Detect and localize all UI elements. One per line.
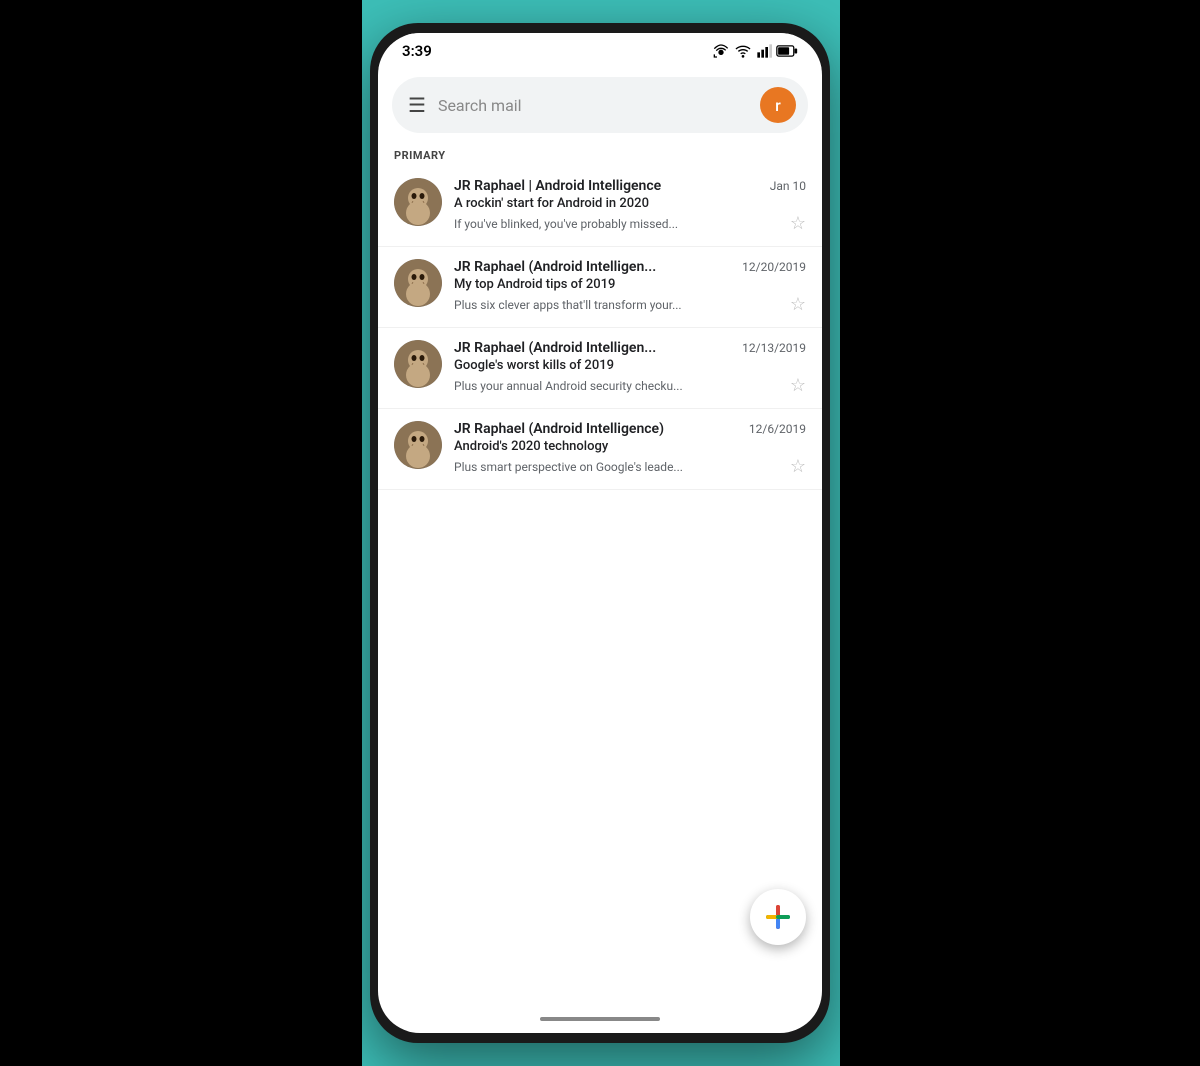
- email-content: JR Raphael (Android Intelligen... 12/13/…: [454, 340, 806, 396]
- email-sender: JR Raphael (Android Intelligence): [454, 421, 741, 437]
- email-list-container: JR Raphael | Android Intelligence Jan 10…: [378, 166, 822, 1005]
- status-time: 3:39: [402, 42, 432, 60]
- email-preview-row: If you've blinked, you've probably misse…: [454, 213, 806, 234]
- section-label: PRIMARY: [378, 141, 822, 166]
- email-header: JR Raphael (Android Intelligence) 12/6/2…: [454, 421, 806, 437]
- email-sender: JR Raphael (Android Intelligen...: [454, 259, 734, 275]
- avatar-face: [394, 259, 442, 307]
- search-bar[interactable]: ☰ Search mail r: [392, 77, 808, 133]
- email-preview-row: Plus your annual Android security checku…: [454, 375, 806, 396]
- sender-avatar: [394, 340, 442, 388]
- email-date: Jan 10: [770, 179, 806, 193]
- email-subject: Android's 2020 technology: [454, 439, 806, 454]
- email-item[interactable]: JR Raphael | Android Intelligence Jan 10…: [378, 166, 822, 247]
- signal-icon: [756, 43, 772, 59]
- email-header: JR Raphael (Android Intelligen... 12/13/…: [454, 340, 806, 356]
- email-preview-row: Plus smart perspective on Google's leade…: [454, 456, 806, 477]
- fab-container: [750, 889, 806, 945]
- cast-icon: [712, 43, 730, 59]
- phone-frame: 3:39: [370, 23, 830, 1043]
- status-bar: 3:39: [378, 33, 822, 69]
- status-icons: [712, 43, 798, 59]
- email-date: 12/6/2019: [749, 422, 806, 436]
- email-subject: My top Android tips of 2019: [454, 277, 806, 292]
- email-date: 12/20/2019: [742, 260, 806, 274]
- phone-screen: 3:39: [378, 33, 822, 1033]
- email-preview: Plus your annual Android security checku…: [454, 379, 782, 393]
- email-header: JR Raphael | Android Intelligence Jan 10: [454, 178, 806, 194]
- email-subject: Google's worst kills of 2019: [454, 358, 806, 373]
- email-sender: JR Raphael | Android Intelligence: [454, 178, 762, 194]
- email-content: JR Raphael (Android Intelligen... 12/20/…: [454, 259, 806, 315]
- wifi-icon: [734, 43, 752, 59]
- compose-button[interactable]: [750, 889, 806, 945]
- compose-icon: [764, 903, 792, 931]
- email-date: 12/13/2019: [742, 341, 806, 355]
- email-preview: Plus six clever apps that'll transform y…: [454, 298, 782, 312]
- email-preview-row: Plus six clever apps that'll transform y…: [454, 294, 806, 315]
- email-list: JR Raphael | Android Intelligence Jan 10…: [378, 166, 822, 1005]
- search-input[interactable]: Search mail: [438, 96, 760, 115]
- star-icon[interactable]: ☆: [790, 375, 806, 396]
- email-item[interactable]: JR Raphael (Android Intelligen... 12/13/…: [378, 328, 822, 409]
- email-header: JR Raphael (Android Intelligen... 12/20/…: [454, 259, 806, 275]
- avatar-face: [394, 178, 442, 226]
- email-item[interactable]: JR Raphael (Android Intelligence) 12/6/2…: [378, 409, 822, 490]
- email-content: JR Raphael | Android Intelligence Jan 10…: [454, 178, 806, 234]
- star-icon[interactable]: ☆: [790, 456, 806, 477]
- home-bar: [540, 1017, 660, 1021]
- avatar-face: [394, 340, 442, 388]
- home-indicator: [378, 1005, 822, 1033]
- email-item[interactable]: JR Raphael (Android Intelligen... 12/20/…: [378, 247, 822, 328]
- star-icon[interactable]: ☆: [790, 213, 806, 234]
- menu-icon[interactable]: ☰: [408, 93, 426, 117]
- email-preview: Plus smart perspective on Google's leade…: [454, 460, 782, 474]
- sender-avatar: [394, 421, 442, 469]
- email-content: JR Raphael (Android Intelligence) 12/6/2…: [454, 421, 806, 477]
- email-sender: JR Raphael (Android Intelligen...: [454, 340, 734, 356]
- email-subject: A rockin' start for Android in 2020: [454, 196, 806, 211]
- avatar-face: [394, 421, 442, 469]
- user-avatar[interactable]: r: [760, 87, 796, 123]
- star-icon[interactable]: ☆: [790, 294, 806, 315]
- sender-avatar: [394, 259, 442, 307]
- email-preview: If you've blinked, you've probably misse…: [454, 217, 782, 231]
- sender-avatar: [394, 178, 442, 226]
- battery-icon: [776, 44, 798, 58]
